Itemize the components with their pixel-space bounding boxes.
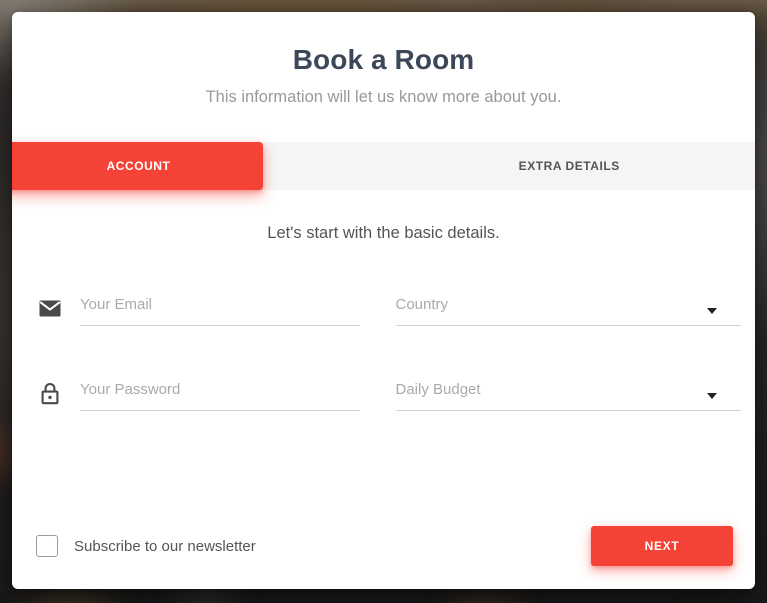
page-title: Book a Room [292, 44, 475, 75]
email-input[interactable] [80, 291, 360, 326]
password-input[interactable] [80, 376, 360, 411]
budget-select[interactable] [395, 376, 741, 411]
pane-heading: Let's start with the basic details. [267, 224, 500, 242]
country-select[interactable] [395, 291, 741, 326]
page-subtitle: This information will let us know more a… [205, 88, 562, 106]
newsletter-checkbox-row[interactable]: Subscribe to our newsletter [36, 535, 256, 557]
country-field-row [395, 291, 741, 326]
newsletter-label: Subscribe to our newsletter [74, 537, 256, 555]
card-footer: Subscribe to our newsletter NEXT [12, 503, 755, 589]
budget-field-row [395, 376, 741, 411]
form-column-left [36, 291, 384, 461]
next-button[interactable]: NEXT [591, 526, 733, 566]
wizard-tabs: ROOM TYPE EXTRA DETAILS ACCOUNT [12, 142, 755, 190]
account-pane: Let's start with the basic details. [12, 190, 755, 461]
tab-account-label: ACCOUNT [106, 159, 171, 173]
password-field-row [36, 376, 360, 411]
budget-input[interactable] [395, 376, 741, 411]
newsletter-checkbox[interactable] [36, 535, 58, 557]
tab-extra-details-label: EXTRA DETAILS [518, 159, 620, 173]
card-header: Book a Room This information will let us… [12, 12, 755, 107]
country-input[interactable] [395, 291, 741, 326]
account-form [12, 291, 755, 461]
tab-extra-details[interactable]: EXTRA DETAILS [384, 142, 756, 190]
lock-icon [36, 379, 64, 407]
envelope-icon [36, 294, 64, 322]
form-column-right [384, 291, 741, 461]
booking-wizard-card: Book a Room This information will let us… [12, 12, 755, 589]
tab-account[interactable]: ACCOUNT [12, 142, 263, 190]
email-field-row [36, 291, 360, 326]
